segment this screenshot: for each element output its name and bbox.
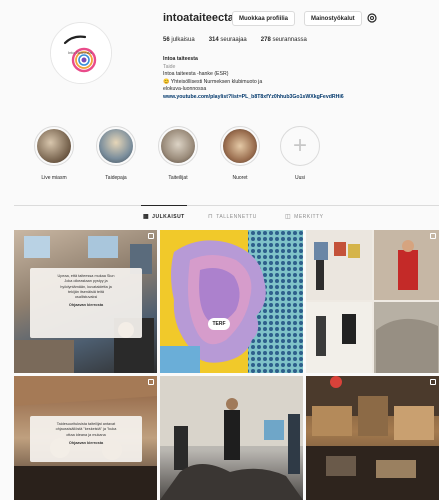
post-thumbnail[interactable]	[306, 230, 439, 373]
bookmark-icon: ⊓	[208, 214, 214, 220]
following-count[interactable]: 278 seurannassa	[261, 37, 307, 43]
profile-tabs: ▦ JULKAISUT ⊓ TALLENNETTU ◫ MERKITTY	[0, 205, 439, 226]
carousel-icon	[148, 379, 154, 385]
tab-saved[interactable]: ⊓ TALLENNETTU	[208, 213, 257, 221]
new-highlight-button[interactable]: + Uusi	[275, 126, 325, 181]
bio-link[interactable]: www.youtube.com/playlist?list=PL_b8T8xfY…	[163, 94, 413, 102]
edit-profile-button[interactable]: Muokkaa profiilia	[232, 11, 296, 26]
highlight-item[interactable]: Live miasm	[29, 126, 79, 181]
highlight-thumbnail	[223, 129, 257, 163]
post-photo	[306, 230, 439, 373]
highlight-item[interactable]: Nuoret	[215, 126, 265, 181]
bio-line: Intoa taiteesta -hanke (ESR)	[163, 71, 229, 77]
settings-gear-icon[interactable]	[366, 12, 378, 24]
highlight-item[interactable]: Taidepaja	[91, 126, 141, 181]
post-thumbnail[interactable]: Upeaa, että taiteessa mukaa Siun Joka oi…	[14, 230, 157, 373]
bio-line: elokuva-luonnossa	[163, 86, 207, 92]
carousel-icon	[430, 379, 436, 385]
grid-icon: ▦	[143, 214, 150, 220]
highlight-thumbnail	[37, 129, 71, 163]
story-highlights: Live miasm Taidepaja Taiteilijat Nuoret …	[0, 126, 439, 186]
post-text-card: Upeaa, että taiteessa mukaa Siun Joka oi…	[30, 268, 142, 338]
tab-posts[interactable]: ▦ JULKAISUT	[141, 205, 187, 220]
highlight-thumbnail	[99, 129, 133, 163]
artwork-image	[160, 230, 303, 373]
post-thumbnail[interactable]	[306, 376, 439, 500]
tab-tagged[interactable]: ◫ MERKITTY	[285, 213, 323, 221]
bio-line: 😊 Yhteisöllisesti Nurmeksen klubimuoto j…	[163, 78, 263, 85]
post-photo	[160, 376, 303, 500]
highlight-item[interactable]: Taiteilijat	[153, 126, 203, 181]
posts-count[interactable]: 56 julkaisua	[163, 37, 195, 43]
highlight-thumbnail	[161, 129, 195, 163]
tag-icon: ◫	[285, 214, 292, 220]
carousel-icon	[148, 233, 154, 239]
logo-icon: Into Taiteesta	[51, 23, 111, 83]
post-thumbnail[interactable]: Taidesuurituksista taiteilijat antavat o…	[14, 376, 157, 500]
ad-tools-button[interactable]: Mainostyökalut	[304, 11, 362, 26]
logo-lettering: Into Taiteesta	[68, 50, 92, 55]
post-thumbnail[interactable]	[160, 376, 303, 500]
highlight-label: Taidepaja	[105, 175, 127, 181]
post-thumbnail[interactable]: TERF	[160, 230, 303, 373]
highlight-label: Taiteilijat	[168, 175, 188, 181]
posts-grid: Upeaa, että taiteessa mukaa Siun Joka oi…	[14, 230, 439, 500]
plus-icon: +	[292, 132, 307, 159]
highlight-label: Nuoret	[232, 175, 248, 181]
highlight-label: Uusi	[294, 175, 305, 181]
profile-bio: Intoa taiteesta Taide Intoa taiteesta -h…	[163, 56, 413, 101]
profile-header: Into Taiteesta intoataiteecta Muokkaa pr…	[0, 0, 439, 120]
post-text-card: Taidesuurituksista taiteilijat antavat o…	[30, 416, 142, 462]
post-photo	[306, 376, 439, 500]
highlight-label: Live miasm	[41, 175, 67, 181]
artwork-speech-bubble: TERF	[208, 318, 230, 330]
username: intoataiteecta	[163, 12, 234, 24]
carousel-icon	[430, 233, 436, 239]
display-name: Intoa taiteesta	[163, 56, 198, 62]
profile-stats: 56 julkaisua 314 seuraajaa 278 seurannas…	[163, 37, 307, 43]
followers-count[interactable]: 314 seuraajaa	[209, 37, 247, 43]
profile-avatar[interactable]: Into Taiteesta	[50, 22, 112, 84]
category-label: Taide	[163, 63, 176, 70]
